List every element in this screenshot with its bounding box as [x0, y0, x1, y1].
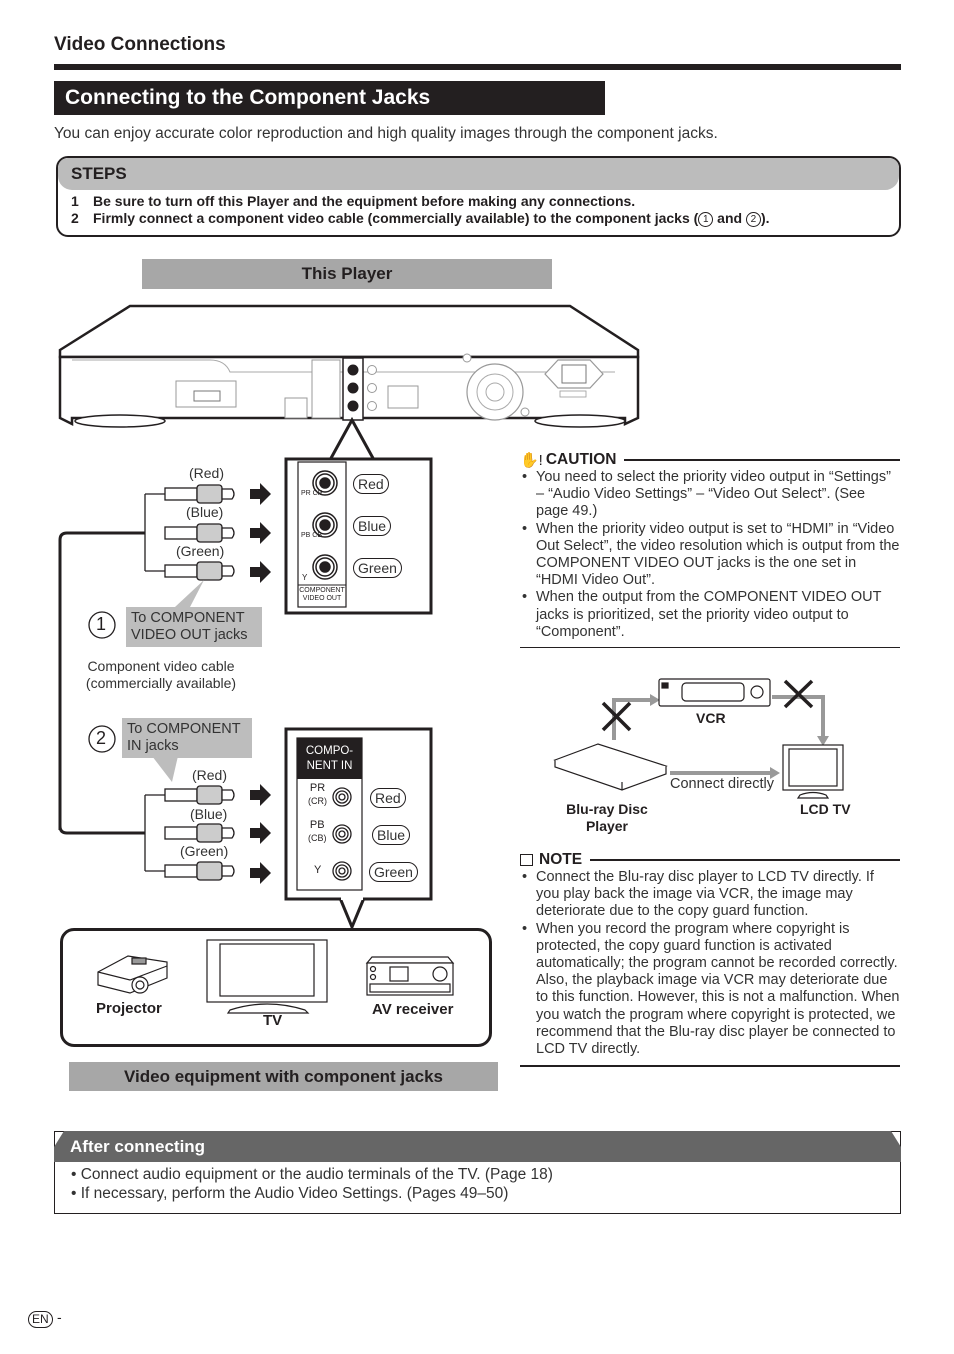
caution-title: CAUTION: [545, 451, 617, 468]
caption-line: COMPONENT: [299, 587, 345, 594]
player-rear-illustration: [58, 304, 640, 428]
video-equipment-label: Video equipment with component jacks: [69, 1062, 498, 1091]
lcd-tv-icon: [782, 744, 844, 799]
cable1-green-label: (Green): [176, 543, 225, 559]
pr-in-label: PR (CR): [308, 782, 327, 808]
cable1-red-label: (Red): [189, 465, 225, 481]
caution-section: ✋! CAUTION You need to select the priori…: [520, 451, 900, 649]
lcd-tv-label: LCD TV: [800, 801, 851, 817]
player-label-line: Blu-ray Disc: [566, 801, 648, 817]
pr-cr-label: PR CR: [301, 490, 323, 497]
connect-directly-label: Connect directly: [670, 776, 774, 792]
note-item: Connect the Blu-ray disc player to LCD T…: [520, 869, 900, 921]
step-1-number: 1: [96, 614, 107, 634]
blue-pill: Blue: [372, 825, 411, 845]
caution-item: When the output from the COMPONENT VIDEO…: [520, 589, 900, 641]
header-line: COMPO-: [305, 745, 354, 757]
step-2-number: 2: [96, 728, 107, 748]
component-in-header: COMPO- NENT IN: [297, 744, 362, 774]
projector-label: Projector: [96, 1000, 162, 1017]
y-in-label: Y: [314, 864, 322, 876]
after-item: • Connect audio equipment or the audio t…: [71, 1166, 553, 1183]
language-badge: EN: [28, 1311, 53, 1328]
cable-2-plugs: [58, 756, 271, 884]
note-bottom-rule: [520, 1065, 900, 1067]
cable2-green-label: (Green): [180, 843, 229, 859]
component-video-out-caption: COMPONENT VIDEO OUT: [299, 587, 345, 603]
cable-caption-line: (commercially available): [85, 675, 237, 691]
cable-caption: Component video cable (commercially avail…: [82, 658, 240, 692]
pb-in-label: PB (CB): [308, 819, 327, 845]
cable2-red-label: (Red): [192, 767, 228, 783]
cable-caption-line: Component video cable: [87, 658, 235, 674]
vcr-icon: [658, 678, 771, 707]
caution-bottom-rule: [520, 647, 900, 649]
caption-line: VIDEO OUT: [302, 595, 342, 602]
jack-label: PB: [309, 819, 325, 831]
step-1-callout: To COMPONENT VIDEO OUT jacks: [126, 607, 262, 647]
jack-label: PR: [309, 782, 326, 794]
red-pill: Red: [353, 474, 389, 494]
after-connecting-box: After connecting • Connect audio equipme…: [54, 1131, 901, 1214]
header-line: NENT IN: [306, 760, 353, 772]
caution-rule: [624, 459, 900, 461]
after-item-text: Connect audio equipment or the audio ter…: [80, 1166, 553, 1183]
after-item: • If necessary, perform the Audio Video …: [71, 1185, 509, 1202]
vcr-label: VCR: [696, 710, 726, 726]
blu-ray-player-icon: [553, 743, 668, 791]
av-receiver-label: AV receiver: [372, 1001, 454, 1018]
caution-hand-icon: ✋!: [520, 452, 543, 469]
jack-label: (CB): [308, 833, 327, 843]
y-label: Y: [302, 573, 308, 582]
equipment-box: [60, 928, 492, 1047]
pb-cb-label: PB CB: [301, 532, 323, 539]
green-pill: Green: [353, 558, 402, 578]
caution-item: When the priority video output is set to…: [520, 521, 900, 590]
note-item: When you record the program where copyri…: [520, 921, 900, 1059]
step-2-callout: To COMPONENT IN jacks: [122, 718, 252, 758]
player-label-line: Player: [585, 818, 629, 834]
cable2-blue-label: (Blue): [190, 806, 228, 822]
note-icon: [520, 854, 533, 866]
after-item-text: If necessary, perform the Audio Video Se…: [80, 1185, 509, 1202]
after-connecting-list: • Connect audio equipment or the audio t…: [55, 1165, 900, 1203]
page-number-dash: -: [57, 1309, 62, 1325]
red-pill: Red: [370, 788, 406, 808]
jack-label: (CR): [308, 796, 327, 806]
cable1-blue-label: (Blue): [186, 504, 224, 520]
green-pill: Green: [369, 862, 418, 882]
note-title: NOTE: [539, 851, 583, 868]
note-list: Connect the Blu-ray disc player to LCD T…: [520, 869, 900, 1058]
caution-item: You need to select the priority video ou…: [520, 469, 900, 521]
blu-ray-player-label: Blu-ray Disc Player: [558, 801, 656, 835]
tv-label: TV: [263, 1012, 283, 1029]
note-section: NOTE Connect the Blu-ray disc player to …: [520, 851, 900, 1067]
note-rule: [590, 859, 900, 861]
caution-list: You need to select the priority video ou…: [520, 469, 900, 641]
cable-1-plugs: [58, 483, 271, 830]
blue-pill: Blue: [353, 516, 392, 536]
after-connecting-title: After connecting: [54, 1131, 901, 1162]
